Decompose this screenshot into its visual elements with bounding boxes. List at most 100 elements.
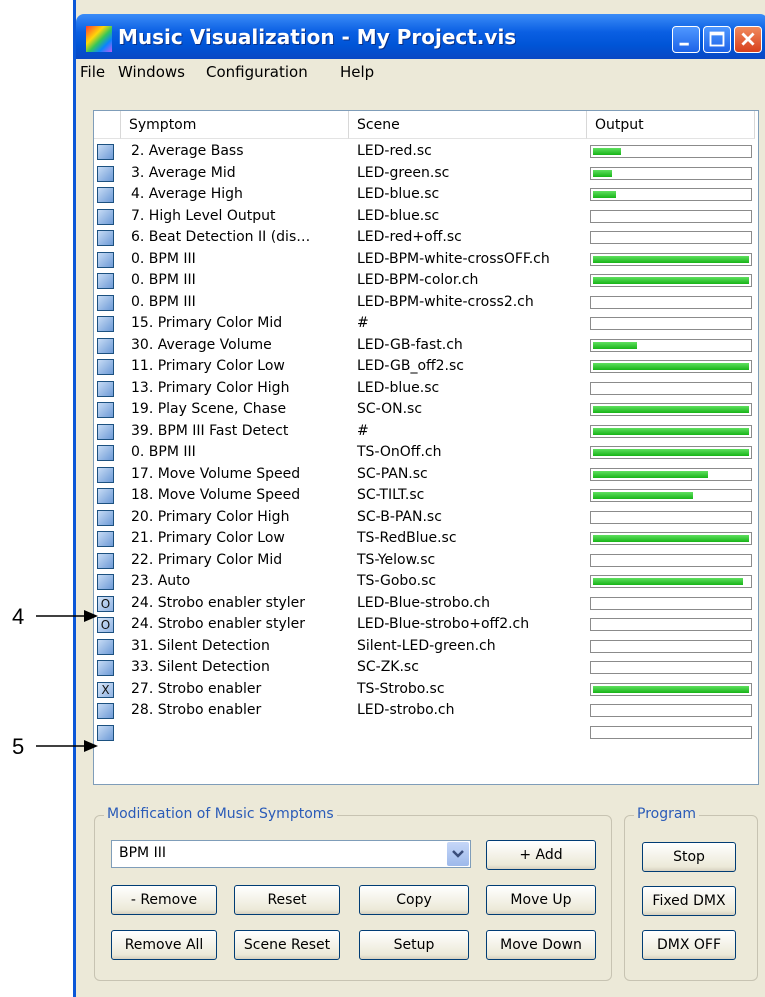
list-item[interactable]: 19. Play Scene, Chase SC-ON.sc	[94, 400, 758, 422]
list-item[interactable]	[94, 723, 758, 745]
symptom-cell: 28. Strobo enabler	[131, 702, 262, 718]
row-checkbox[interactable]	[97, 165, 114, 182]
row-checkbox[interactable]	[97, 187, 114, 203]
scene-cell: LED-green.sc	[357, 164, 450, 181]
list-item[interactable]: 21. Primary Color Low TS-RedBlue.sc	[94, 529, 758, 551]
list-item[interactable]: 18. Move Volume Speed SC-TILT.sc	[94, 486, 758, 508]
row-checkbox[interactable]	[97, 574, 114, 590]
minimize-button[interactable]	[672, 26, 700, 53]
fixed-dmx-button[interactable]: Fixed DMX	[642, 886, 736, 916]
scene-cell: TS-Gobo.sc	[357, 573, 437, 589]
row-checkbox[interactable]	[97, 509, 114, 526]
row-checkbox[interactable]	[97, 552, 114, 569]
menu-help[interactable]: Help	[340, 63, 374, 81]
list-item[interactable]: 20. Primary Color High SC-B-PAN.sc	[94, 508, 758, 530]
list-item[interactable]: 11. Primary Color Low LED-GB_off2.sc	[94, 357, 758, 379]
output-level-bar	[590, 424, 752, 438]
program-group-label: Program	[634, 806, 700, 822]
list-item[interactable]: 33. Silent Detection SC-ZK.sc	[94, 658, 758, 680]
menu-file[interactable]: File	[80, 63, 105, 81]
list-item[interactable]: 13. Primary Color High LED-blue.sc	[94, 379, 758, 401]
maximize-button[interactable]	[703, 26, 731, 53]
move-down-button[interactable]: Move Down	[486, 930, 596, 960]
scene-cell: TS-OnOff.ch	[357, 444, 442, 460]
row-checkbox[interactable]	[97, 208, 114, 225]
row-checkbox[interactable]	[97, 380, 114, 397]
column-header-symptom[interactable]: Symptom	[121, 111, 349, 139]
row-checkbox[interactable]	[97, 466, 114, 483]
row-checkbox[interactable]	[97, 337, 114, 354]
row-checkbox[interactable]	[97, 638, 114, 655]
list-item[interactable]: 22. Primary Color Mid TS-Yelow.sc	[94, 551, 758, 573]
symptom-cell: 24. Strobo enabler styler	[131, 594, 305, 611]
column-header-output[interactable]: Output	[587, 111, 755, 139]
list-item[interactable]: 0. BPM III LED-BPM-white-cross2.ch	[94, 293, 758, 315]
list-item[interactable]: 23. Auto TS-Gobo.sc	[94, 572, 758, 594]
row-checkbox[interactable]	[97, 488, 114, 504]
list-item[interactable]: 0. BPM III TS-OnOff.ch	[94, 443, 758, 465]
row-checkbox[interactable]	[97, 423, 114, 440]
list-item[interactable]: 4. Average High LED-blue.sc	[94, 185, 758, 207]
output-level-bar	[590, 618, 752, 631]
remove-button[interactable]: - Remove	[111, 885, 217, 915]
output-level-fill	[593, 255, 749, 263]
column-header-scene[interactable]: Scene	[349, 111, 587, 139]
list-item[interactable]: 15. Primary Color Mid #	[94, 314, 758, 336]
list-item[interactable]: 0. BPM III LED-BPM-white-crossOFF.ch	[94, 250, 758, 272]
list-item[interactable]: 28. Strobo enabler LED-strobo.ch	[94, 701, 758, 723]
list-item[interactable]: 39. BPM III Fast Detect #	[94, 422, 758, 444]
close-button[interactable]	[734, 26, 762, 53]
column-header-check[interactable]	[94, 111, 121, 139]
list-item[interactable]: O 24. Strobo enabler styler LED-Blue-strob…	[94, 615, 758, 637]
scene-cell: SC-ZK.sc	[357, 659, 419, 675]
output-level-fill	[593, 449, 749, 456]
scene-cell: LED-blue.sc	[357, 186, 440, 202]
list-item[interactable]: 31. Silent Detection Silent-LED-green.ch	[94, 637, 758, 659]
row-checkbox[interactable]	[97, 359, 114, 375]
chevron-down-icon[interactable]	[447, 842, 469, 866]
list-item[interactable]: 2. Average Bass LED-red.sc	[94, 142, 758, 164]
list-item[interactable]: 6. Beat Detection II (dis… LED-red+off.sc	[94, 228, 758, 250]
row-checkbox[interactable]	[97, 273, 114, 289]
list-item[interactable]: X 27. Strobo enabler TS-Strobo.sc	[94, 680, 758, 702]
setup-button[interactable]: Setup	[359, 930, 469, 960]
output-level-fill	[593, 470, 708, 478]
row-checkbox[interactable]	[97, 230, 114, 246]
main-window: Music Visualization - My Project.vis Fil…	[73, 0, 765, 997]
row-checkbox[interactable]	[97, 251, 114, 268]
list-item[interactable]: 3. Average Mid LED-green.sc	[94, 164, 758, 186]
row-checkbox[interactable]: X	[97, 681, 114, 698]
row-checkbox[interactable]	[97, 402, 114, 418]
symptom-cell: 18. Move Volume Speed	[131, 487, 301, 503]
row-checkbox[interactable]	[97, 660, 114, 676]
reset-button[interactable]: Reset	[234, 885, 340, 915]
row-checkbox[interactable]	[97, 445, 114, 461]
title-bar[interactable]: Music Visualization - My Project.vis	[76, 14, 765, 59]
scene-reset-button[interactable]: Scene Reset	[234, 930, 340, 960]
row-checkbox[interactable]	[97, 144, 114, 160]
list-item[interactable]: 30. Average Volume LED-GB-fast.ch	[94, 336, 758, 358]
output-level-bar	[590, 575, 752, 588]
stop-button[interactable]: Stop	[642, 842, 736, 872]
menu-configuration[interactable]: Configuration	[206, 63, 308, 81]
row-checkbox[interactable]	[97, 294, 114, 311]
menu-windows[interactable]: Windows	[118, 63, 185, 81]
symptom-select[interactable]: BPM III	[111, 840, 471, 868]
add-button[interactable]: + Add	[486, 840, 596, 870]
list-item[interactable]: 0. BPM III LED-BPM-color.ch	[94, 271, 758, 293]
dmx-off-button[interactable]: DMX OFF	[642, 930, 736, 960]
list-item[interactable]: O 24. Strobo enabler styler LED-Blue-strob…	[94, 594, 758, 616]
list-item[interactable]: 7. High Level Output LED-blue.sc	[94, 207, 758, 229]
symptom-cell: 3. Average Mid	[131, 164, 236, 181]
row-checkbox[interactable]	[97, 316, 114, 332]
window-title: Music Visualization - My Project.vis	[118, 25, 517, 49]
row-checkbox[interactable]	[97, 703, 114, 719]
list-item[interactable]: 17. Move Volume Speed SC-PAN.sc	[94, 465, 758, 487]
output-level-fill	[593, 148, 621, 155]
row-checkbox[interactable]	[97, 531, 114, 547]
symptom-list[interactable]: Symptom Scene Output 2. Average Bass LED-…	[93, 110, 759, 785]
remove-all-button[interactable]: Remove All	[111, 930, 217, 960]
symptom-cell: 21. Primary Color Low	[131, 530, 285, 546]
move-up-button[interactable]: Move Up	[486, 885, 596, 915]
copy-button[interactable]: Copy	[359, 885, 469, 915]
